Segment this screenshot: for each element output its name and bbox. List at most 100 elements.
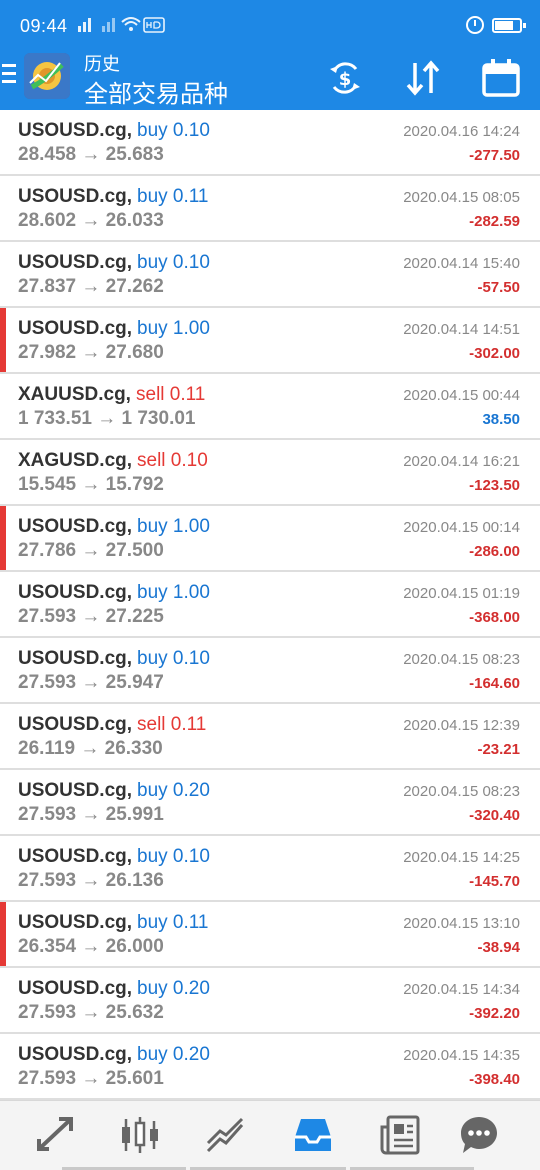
status-bar: 09:44 [0,0,540,50]
trade-direction: buy 0.11 [137,186,209,207]
trade-profit: -23.21 [477,741,520,758]
trade-date: 2020.04.14 14:51 [403,321,520,338]
trade-symbol: USOUSD.cg, [18,516,133,537]
trade-symbol: USOUSD.cg, [18,648,133,669]
trade-profit: -57.50 [477,279,520,296]
trade-date: 2020.04.15 08:05 [403,189,520,206]
trade-symbol: USOUSD.cg, [18,186,133,207]
trade-row[interactable]: USOUSD.cg, buy 1.00 27.786 → 27.500 2020.04… [0,506,540,572]
quotes-icon[interactable] [33,1113,77,1157]
sort-icon[interactable] [400,55,446,101]
trade-prices: 26.354 → 26.000 [18,936,164,957]
trade-symbol: USOUSD.cg, [18,780,133,801]
trade-row[interactable]: XAGUSD.cg, sell 0.10 15.545 → 15.792 2020.0… [0,440,540,506]
page-subtitle: 历史 [84,54,120,74]
trade-prices: 27.593 → 26.136 [18,870,164,891]
trade-direction: buy 0.10 [137,252,210,273]
trade-profit: -368.00 [469,609,520,626]
trade-symbol: USOUSD.cg, [18,846,133,867]
trade-row[interactable]: USOUSD.cg, buy 0.10 27.593 → 26.136 2020.04… [0,836,540,902]
trade-prices: 27.593 → 25.632 [18,1002,164,1023]
trade-symbol: USOUSD.cg, [18,912,133,933]
news-icon[interactable] [378,1113,422,1157]
trade-icon[interactable] [204,1113,248,1157]
trade-profit: -392.20 [469,1005,520,1022]
trade-row[interactable]: USOUSD.cg, buy 0.20 27.593 → 25.632 2020.04… [0,968,540,1034]
row-marker [0,506,6,570]
trade-profit: -320.40 [469,807,520,824]
app-bar: 历史 全部交易品种 $ [0,50,540,110]
trade-date: 2020.04.14 16:21 [403,453,520,470]
trade-row[interactable]: USOUSD.cg, buy 0.20 27.593 → 25.991 2020.04… [0,770,540,836]
trade-direction: buy 1.00 [137,582,210,603]
trade-symbol: XAUUSD.cg, [18,384,131,405]
trade-direction: buy 0.10 [137,120,210,141]
alarm-icon [466,16,484,34]
trade-prices: 27.593 → 27.225 [18,606,164,627]
row-marker [0,902,6,966]
trade-row[interactable]: USOUSD.cg, sell 0.11 26.119 → 26.330 2020.0… [0,704,540,770]
trade-date: 2020.04.15 08:23 [403,651,520,668]
trade-row[interactable]: USOUSD.cg, buy 0.11 26.354 → 26.000 2020.04… [0,902,540,968]
trade-direction: sell 0.11 [136,384,206,405]
trade-profit: -164.60 [469,675,520,692]
status-time: 09:44 [20,16,68,36]
trade-row[interactable]: USOUSD.cg, buy 1.00 27.982 → 27.680 2020.04… [0,308,540,374]
app-logo [24,53,70,99]
trade-symbol: USOUSD.cg, [18,714,133,735]
trade-profit: -145.70 [469,873,520,890]
trade-direction: buy 1.00 [137,516,210,537]
trade-date: 2020.04.16 14:24 [403,123,520,140]
trade-prices: 1 733.51 → 1 730.01 [18,408,196,429]
calendar-icon[interactable] [478,55,524,101]
trade-symbol: USOUSD.cg, [18,318,133,339]
trade-profit: -277.50 [469,147,520,164]
trade-date: 2020.04.15 00:44 [403,387,520,404]
battery-icon [492,17,526,33]
trade-profit: -398.40 [469,1071,520,1088]
trade-symbol: USOUSD.cg, [18,582,133,603]
page-title[interactable]: 全部交易品种 [84,74,228,109]
trade-direction: buy 0.11 [137,912,209,933]
trade-symbol: USOUSD.cg, [18,120,133,141]
trade-direction: buy 0.20 [137,978,210,999]
trade-prices: 26.119 → 26.330 [18,738,163,759]
trade-profit: -302.00 [469,345,520,362]
trade-direction: buy 0.10 [137,648,210,669]
trade-row[interactable]: USOUSD.cg, buy 1.00 27.593 → 27.225 2020.04… [0,572,540,638]
trade-row[interactable]: XAUUSD.cg, sell 0.11 1 733.51 → 1 730.01 20… [0,374,540,440]
trade-prices: 27.982 → 27.680 [18,342,164,363]
history-icon[interactable] [291,1113,335,1157]
trade-direction: buy 0.20 [137,780,210,801]
chart-icon[interactable] [118,1113,162,1157]
trade-row[interactable]: USOUSD.cg, buy 0.20 27.593 → 25.601 2020.04… [0,1034,540,1100]
trade-prices: 27.837 → 27.262 [18,276,164,297]
trade-prices: 15.545 → 15.792 [18,474,164,495]
trade-prices: 28.602 → 26.033 [18,210,164,231]
trade-row[interactable]: USOUSD.cg, buy 0.10 28.458 → 25.683 2020.04… [0,110,540,176]
trade-direction: sell 0.10 [137,450,208,471]
trade-symbol: XAGUSD.cg, [18,450,133,471]
trade-history-list[interactable]: USOUSD.cg, buy 0.10 28.458 → 25.683 2020.04… [0,110,540,1100]
trade-row[interactable]: USOUSD.cg, buy 0.11 28.602 → 26.033 2020.04… [0,176,540,242]
trade-profit: -38.94 [477,939,520,956]
trade-profit: -282.59 [469,213,520,230]
trade-row[interactable]: USOUSD.cg, buy 0.10 27.593 → 25.947 2020.04… [0,638,540,704]
chat-icon[interactable] [457,1113,501,1157]
trade-symbol: USOUSD.cg, [18,252,133,273]
svg-text:$: $ [339,69,352,90]
trade-direction: buy 1.00 [137,318,210,339]
signal-wifi-icon [70,14,170,39]
bottom-nav [0,1100,540,1170]
trade-profit: -123.50 [469,477,520,494]
trade-symbol: USOUSD.cg, [18,1044,133,1065]
trade-profit: 38.50 [482,411,520,428]
menu-icon[interactable] [2,64,16,86]
trade-date: 2020.04.15 13:10 [403,915,520,932]
trade-date: 2020.04.14 15:40 [403,255,520,272]
trade-date: 2020.04.15 01:19 [403,585,520,602]
trade-row[interactable]: USOUSD.cg, buy 0.10 27.837 → 27.262 2020.04… [0,242,540,308]
currency-exchange-icon[interactable]: $ [322,55,368,101]
trade-direction: buy 0.20 [137,1044,210,1065]
trade-date: 2020.04.15 14:35 [403,1047,520,1064]
